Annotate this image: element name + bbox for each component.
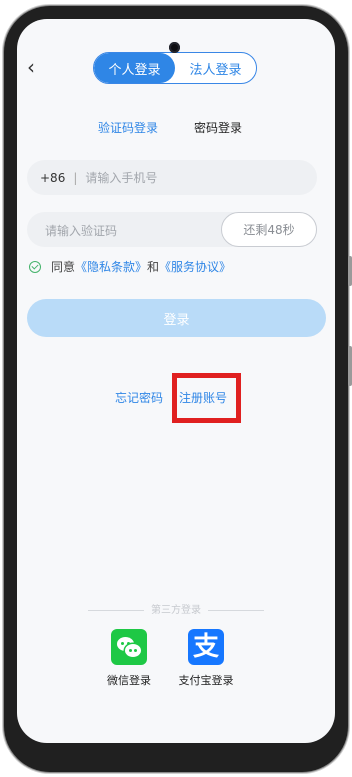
alipay-icon[interactable]: 支 bbox=[188, 629, 224, 665]
tab-personal-login[interactable]: 个人登录 bbox=[94, 53, 175, 83]
third-party-divider: 第三方登录 bbox=[17, 601, 335, 616]
alipay-login-button[interactable]: 支 支付宝登录 bbox=[175, 629, 237, 688]
divider-line-right bbox=[208, 609, 265, 611]
chevron-left-icon[interactable]: ‹ bbox=[27, 57, 35, 77]
tab-password-login[interactable]: 密码登录 bbox=[194, 119, 242, 136]
wechat-label: 微信登录 bbox=[107, 674, 151, 687]
agreement-row: 同意 《隐私条款》 和 《服务协议》 bbox=[29, 258, 231, 275]
alipay-label: 支付宝登录 bbox=[178, 674, 234, 687]
phone-placeholder: 请输入手机号 bbox=[85, 171, 158, 185]
resend-countdown-button[interactable]: 还剩48秒 bbox=[221, 212, 317, 247]
field-separator: | bbox=[73, 170, 78, 185]
divider-line-left bbox=[87, 609, 144, 611]
agree-checkbox[interactable] bbox=[29, 260, 41, 273]
agree-prefix: 同意 bbox=[51, 260, 76, 274]
login-screen: ‹ 个人登录 法人登录 验证码登录 密码登录 +86 | 请输入手机号 请输入验… bbox=[17, 19, 335, 743]
phone-number-field[interactable]: +86 | 请输入手机号 bbox=[27, 160, 317, 195]
wechat-login-button[interactable]: 微信登录 bbox=[98, 629, 160, 688]
service-link[interactable]: 《服务协议》 bbox=[159, 258, 231, 275]
forgot-password-link[interactable]: 忘记密码 bbox=[115, 389, 163, 406]
login-type-switch: 个人登录 法人登录 bbox=[93, 52, 257, 84]
tab-corporate-login[interactable]: 法人登录 bbox=[175, 53, 256, 83]
privacy-link[interactable]: 《隐私条款》 bbox=[75, 258, 147, 275]
front-camera bbox=[169, 42, 180, 53]
login-button[interactable]: 登录 bbox=[27, 299, 326, 337]
wechat-icon[interactable] bbox=[111, 629, 147, 665]
tab-sms-code-login[interactable]: 验证码登录 bbox=[98, 119, 158, 136]
third-party-title: 第三方登录 bbox=[151, 605, 201, 616]
highlight-box bbox=[172, 373, 241, 423]
volume-button bbox=[348, 256, 352, 286]
agree-and: 和 bbox=[147, 260, 160, 274]
power-button bbox=[348, 346, 352, 386]
country-code[interactable]: +86 bbox=[40, 171, 65, 185]
code-placeholder: 请输入验证码 bbox=[45, 224, 118, 238]
verification-code-field[interactable]: 请输入验证码 还剩48秒 bbox=[27, 212, 317, 247]
